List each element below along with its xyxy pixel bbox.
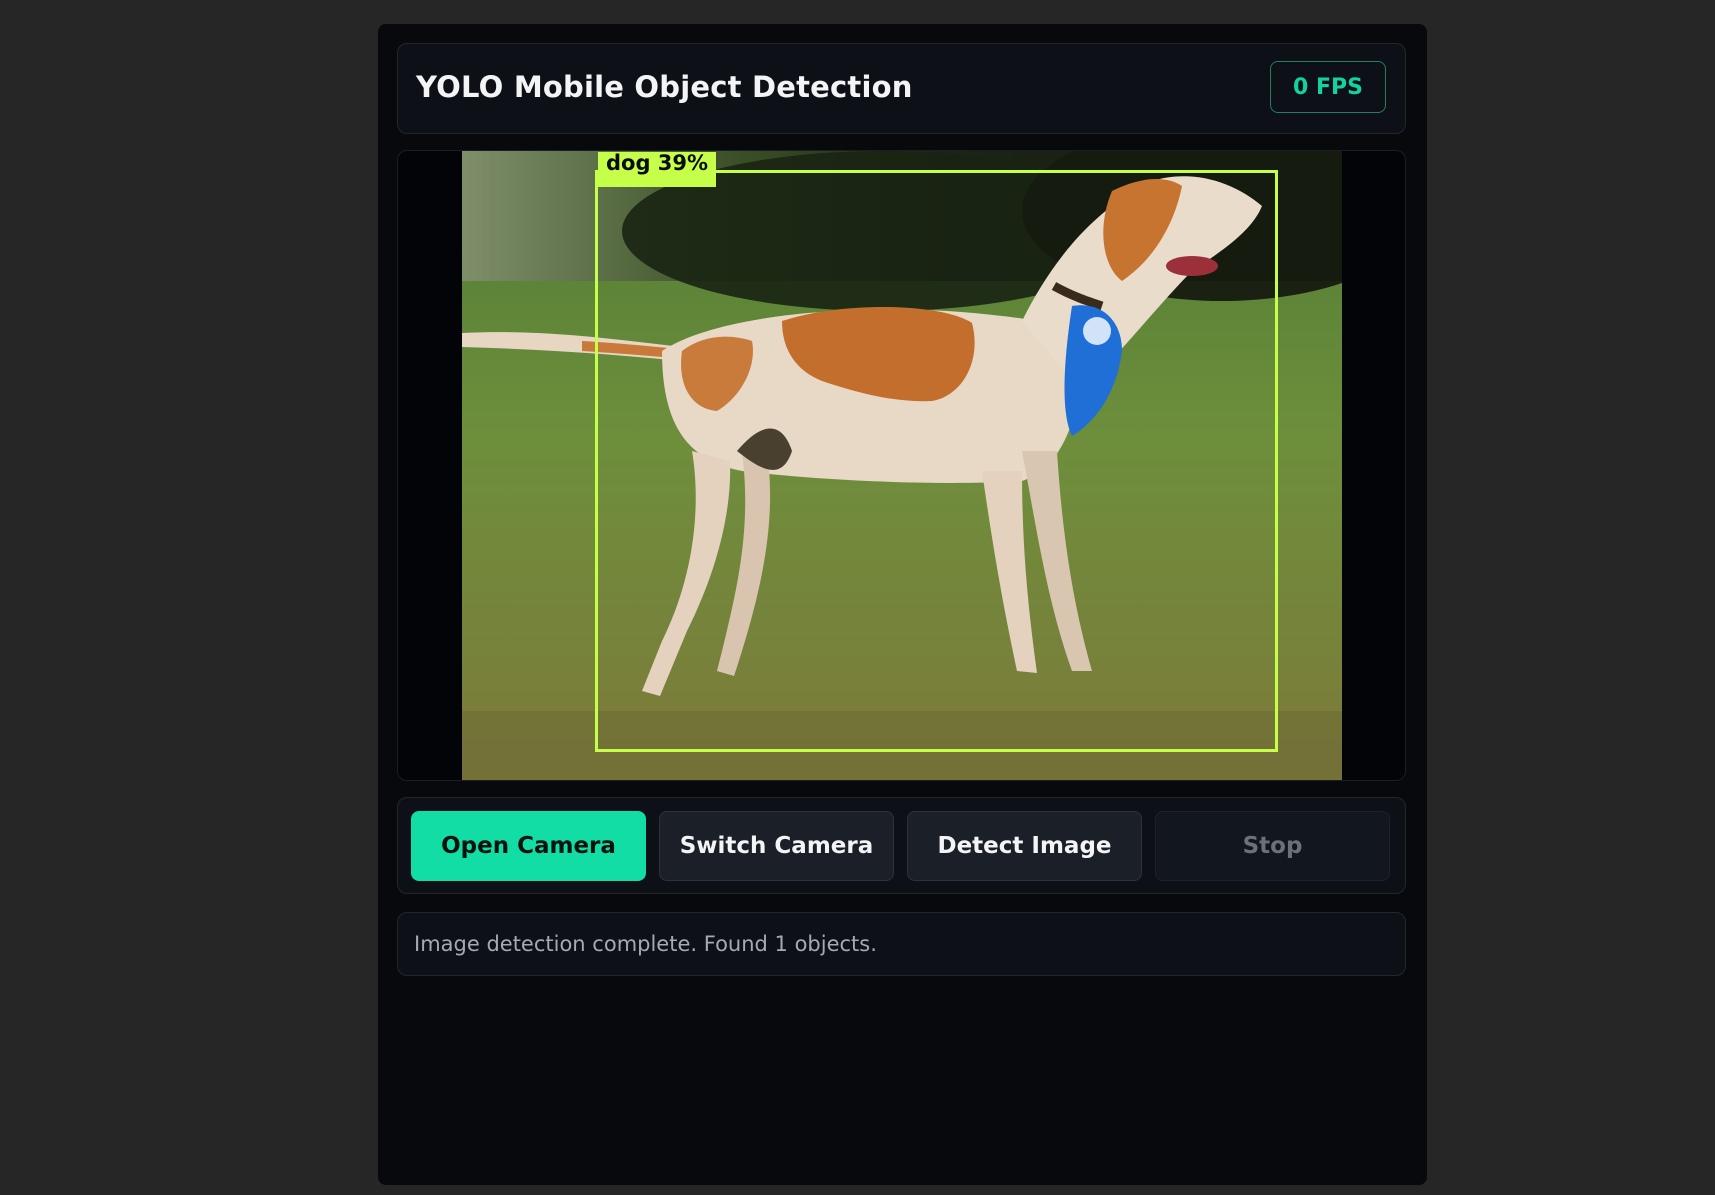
control-bar: Open Camera Switch Camera Detect Image S…	[397, 797, 1406, 894]
detection-box: dog 39%	[595, 152, 1278, 752]
detection-viewer: dog 39%	[397, 150, 1406, 781]
page-title: YOLO Mobile Object Detection	[416, 70, 913, 104]
switch-camera-button[interactable]: Switch Camera	[659, 811, 894, 881]
detection-image: dog 39%	[462, 151, 1342, 780]
fps-badge: 0 FPS	[1270, 61, 1386, 113]
detection-label: dog 39%	[598, 152, 717, 187]
detect-image-button[interactable]: Detect Image	[907, 811, 1142, 881]
app-container: YOLO Mobile Object Detection 0 FPS dog 3…	[378, 24, 1427, 1185]
status-message: Image detection complete. Found 1 object…	[414, 932, 877, 956]
status-panel: Image detection complete. Found 1 object…	[397, 912, 1406, 976]
header-bar: YOLO Mobile Object Detection 0 FPS	[397, 43, 1406, 134]
stop-button[interactable]: Stop	[1155, 811, 1390, 881]
open-camera-button[interactable]: Open Camera	[411, 811, 646, 881]
